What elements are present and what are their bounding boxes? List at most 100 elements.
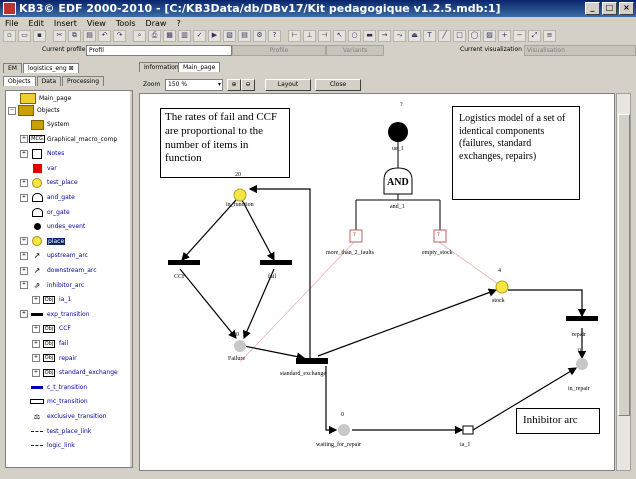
fit-icon[interactable]: ⤢: [528, 30, 541, 42]
tree-item[interactable]: logic_link: [20, 440, 75, 451]
tab-em[interactable]: EM: [3, 63, 22, 73]
open-icon[interactable]: ▭: [18, 30, 31, 42]
visualization-select[interactable]: Visualisation: [524, 45, 636, 56]
transition-ccf[interactable]: [168, 260, 200, 265]
expand-icon[interactable]: +: [20, 135, 28, 144]
transition-icon[interactable]: ▬: [363, 30, 376, 42]
undo-icon[interactable]: ↶: [98, 30, 111, 42]
note-rates[interactable]: The rates of fail and CCF are proportion…: [160, 108, 290, 178]
tree-item[interactable]: + test_place: [20, 177, 78, 188]
expand-icon[interactable]: +: [20, 281, 28, 290]
tree-item[interactable]: ⚖ exclusive_transition: [20, 411, 107, 422]
line-icon[interactable]: ╱: [438, 30, 451, 42]
chart-icon[interactable]: ▧: [223, 30, 236, 42]
place-failure[interactable]: [234, 340, 246, 352]
tree-item[interactable]: + Obj fail: [32, 338, 68, 349]
new-icon[interactable]: ▫: [3, 30, 16, 42]
tab-processing[interactable]: Processing: [62, 76, 105, 86]
tree-root[interactable]: Main_page: [20, 93, 71, 104]
expand-icon[interactable]: +: [20, 149, 28, 158]
transition-repair[interactable]: [566, 316, 598, 321]
tree-item[interactable]: + Obj standard_exchange: [32, 367, 118, 378]
find-icon[interactable]: ⌕: [133, 30, 146, 42]
tree-item[interactable]: + ↗ downstream_arc: [20, 265, 97, 276]
image-icon[interactable]: ▨: [483, 30, 496, 42]
zoom-in-button[interactable]: ⊕: [227, 79, 241, 91]
print-icon[interactable]: ⎙: [148, 30, 161, 42]
tree-item[interactable]: + MCG Graphical_macro_comp: [20, 134, 117, 145]
tree-item[interactable]: System: [20, 119, 69, 130]
expand-icon[interactable]: +: [32, 295, 40, 304]
cut-icon[interactable]: ✂: [53, 30, 66, 42]
expand-icon[interactable]: +: [32, 368, 40, 377]
close-tab-icon[interactable]: ⊠: [69, 65, 74, 72]
table-icon[interactable]: ▤: [238, 30, 251, 42]
select-icon[interactable]: ↖: [333, 30, 346, 42]
zoom-in-icon[interactable]: +: [498, 30, 511, 42]
tree-item[interactable]: + place: [20, 236, 66, 247]
tree-item[interactable]: + Obj CCF: [32, 323, 71, 334]
menu-insert[interactable]: Insert: [54, 19, 77, 28]
undes-event-place[interactable]: [388, 122, 408, 142]
tree-item[interactable]: + and_gate: [20, 192, 75, 203]
menu-edit[interactable]: Edit: [28, 19, 44, 28]
check-icon[interactable]: ✓: [193, 30, 206, 42]
menu-file[interactable]: File: [5, 19, 18, 28]
tree-item[interactable]: + exp_transition: [20, 309, 90, 320]
tab-main-page[interactable]: Main_page: [178, 62, 221, 72]
place-waiting[interactable]: [338, 424, 350, 436]
place-stock[interactable]: [495, 280, 509, 294]
tree-objects[interactable]: − Objects: [8, 105, 60, 116]
test-place-2[interactable]: [433, 229, 447, 243]
close-window-button[interactable]: ×: [619, 2, 634, 15]
tree-item[interactable]: undes_event: [20, 221, 85, 232]
menu-tools[interactable]: Tools: [116, 19, 136, 28]
expand-icon[interactable]: +: [20, 266, 28, 275]
expand-icon[interactable]: +: [32, 339, 40, 348]
place-in-repair[interactable]: [576, 358, 588, 370]
save-icon[interactable]: ▪: [33, 30, 46, 42]
expand-icon[interactable]: +: [20, 310, 28, 319]
tree-item[interactable]: test_place_link: [20, 426, 91, 437]
vertical-scrollbar[interactable]: [616, 93, 631, 471]
scroll-thumb[interactable]: [618, 114, 630, 416]
db-icon[interactable]: ▦: [163, 30, 176, 42]
expand-icon[interactable]: +: [20, 251, 28, 260]
align-right-icon[interactable]: ⊣: [318, 30, 331, 42]
expand-icon[interactable]: +: [20, 193, 28, 202]
tree-item[interactable]: + Obj ia_1: [32, 294, 71, 305]
transition-standard-exchange[interactable]: [296, 358, 328, 364]
note-model[interactable]: Logistics model of a set of identical co…: [452, 106, 580, 200]
link-icon[interactable]: ⤳: [393, 30, 406, 42]
tree-item[interactable]: mc_transition: [20, 396, 88, 407]
tab-objects[interactable]: Objects: [3, 76, 36, 86]
tree-item[interactable]: + Notes: [20, 148, 64, 159]
layers-icon[interactable]: ≡: [543, 30, 556, 42]
expand-icon[interactable]: +: [20, 178, 28, 187]
place-in-function[interactable]: [233, 188, 247, 202]
zoom-out-button[interactable]: ⊖: [241, 79, 255, 91]
grid-icon[interactable]: ▥: [178, 30, 191, 42]
close-button[interactable]: Close: [315, 79, 361, 91]
text-icon[interactable]: T: [423, 30, 436, 42]
gate-icon[interactable]: ⏏: [408, 30, 421, 42]
menu-help[interactable]: ?: [176, 19, 180, 28]
expand-icon[interactable]: +: [32, 324, 40, 333]
rect-icon[interactable]: □: [453, 30, 466, 42]
tree-item[interactable]: c_t_transition: [20, 382, 87, 393]
diagram-canvas[interactable]: The rates of fail and CCF are proportion…: [139, 93, 615, 471]
help-icon[interactable]: ?: [268, 30, 281, 42]
test-place-1[interactable]: [349, 229, 363, 243]
align-left-icon[interactable]: ⊢: [288, 30, 301, 42]
layout-button[interactable]: Layout: [265, 79, 311, 91]
expand-icon[interactable]: +: [20, 237, 28, 246]
copy-icon[interactable]: ⧉: [68, 30, 81, 42]
settings-icon[interactable]: ⚙: [253, 30, 266, 42]
zoom-out-icon[interactable]: −: [513, 30, 526, 42]
tree-item[interactable]: or_gate: [20, 207, 70, 218]
tree-item[interactable]: + ↗ upstream_arc: [20, 250, 88, 261]
place-icon[interactable]: ○: [348, 30, 361, 42]
ellipse-icon[interactable]: ◯: [468, 30, 481, 42]
tree-item[interactable]: var: [20, 163, 57, 174]
menu-view[interactable]: View: [87, 19, 106, 28]
